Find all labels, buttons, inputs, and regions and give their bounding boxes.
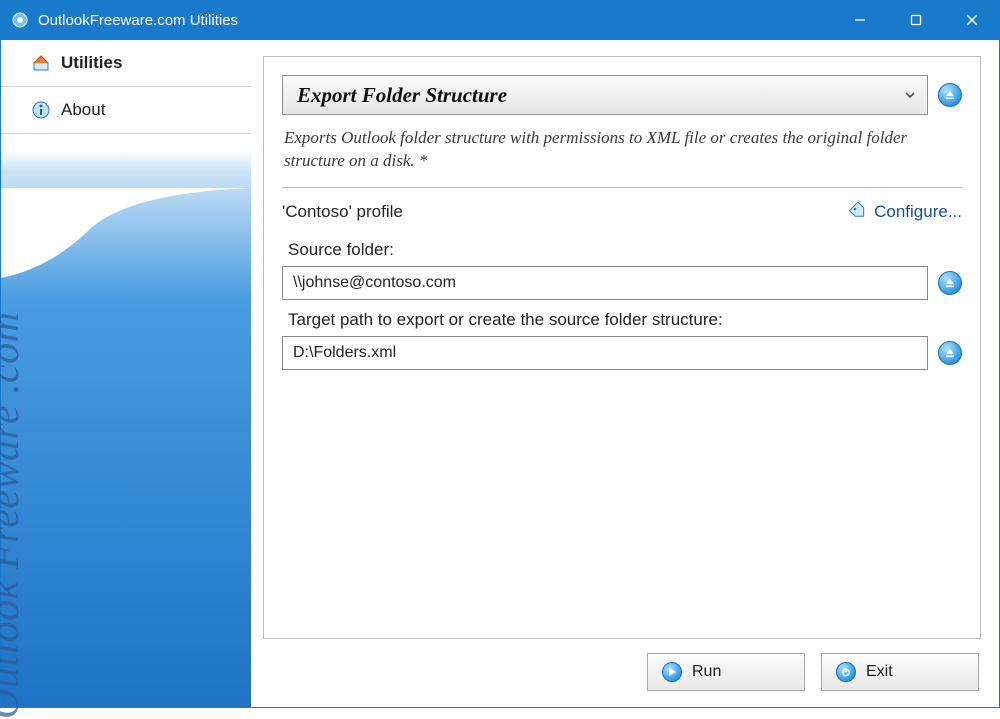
- minimize-button[interactable]: [832, 0, 888, 40]
- app-body: Utilities About Outlook Freeware .com Ex…: [0, 40, 1000, 708]
- sidebar-curve: [1, 188, 251, 288]
- info-icon: [31, 100, 51, 120]
- utility-selector[interactable]: Export Folder Structure: [282, 75, 928, 115]
- titlebar: OutlookFreeware.com Utilities: [0, 0, 1000, 40]
- target-path-input[interactable]: [282, 336, 928, 370]
- sidebar-tab-about[interactable]: About: [1, 87, 251, 134]
- app-icon: [12, 12, 28, 28]
- target-path-label: Target path to export or create the sour…: [288, 310, 962, 330]
- eject-icon: [944, 89, 956, 101]
- target-browse-button[interactable]: [938, 341, 962, 365]
- sidebar-tabs: Utilities About: [1, 40, 251, 134]
- sidebar-tab-label: Utilities: [61, 53, 122, 73]
- close-button[interactable]: [944, 0, 1000, 40]
- sidebar: Utilities About Outlook Freeware .com: [1, 40, 251, 707]
- exit-button[interactable]: Exit: [821, 653, 979, 691]
- utility-selector-label: Export Folder Structure: [297, 83, 507, 108]
- sidebar-tab-utilities[interactable]: Utilities: [1, 40, 251, 87]
- utility-panel: Export Folder Structure Exports Outlook …: [263, 56, 981, 639]
- source-browse-button[interactable]: [938, 271, 962, 295]
- footer: Run Exit: [263, 653, 981, 691]
- window-controls: [832, 0, 1000, 40]
- target-path-row: [282, 336, 962, 370]
- profile-label: 'Contoso' profile: [282, 202, 403, 222]
- configure-link[interactable]: Configure...: [848, 202, 962, 222]
- play-icon: [662, 662, 682, 682]
- utility-description: Exports Outlook folder structure with pe…: [282, 123, 962, 188]
- sidebar-tab-label: About: [61, 100, 105, 120]
- source-folder-row: [282, 266, 962, 300]
- window-title: OutlookFreeware.com Utilities: [38, 12, 832, 29]
- panel-title-row: Export Folder Structure: [282, 75, 962, 115]
- power-icon: [836, 662, 856, 682]
- maximize-button[interactable]: [888, 0, 944, 40]
- source-folder-label: Source folder:: [288, 240, 962, 260]
- profile-row: 'Contoso' profile Configure...: [282, 202, 962, 222]
- chevron-down-icon: [903, 88, 917, 102]
- run-button-label: Run: [692, 663, 721, 681]
- main: Export Folder Structure Exports Outlook …: [251, 40, 999, 707]
- configure-label: Configure...: [874, 202, 962, 222]
- eject-icon: [944, 347, 956, 359]
- brand-text: Outlook Freeware .com: [0, 312, 29, 719]
- exit-button-label: Exit: [866, 663, 893, 681]
- eject-icon: [944, 277, 956, 289]
- source-folder-input[interactable]: [282, 266, 928, 300]
- home-icon: [31, 53, 51, 73]
- eject-button[interactable]: [938, 83, 962, 107]
- run-button[interactable]: Run: [647, 653, 805, 691]
- tag-icon: [848, 202, 868, 222]
